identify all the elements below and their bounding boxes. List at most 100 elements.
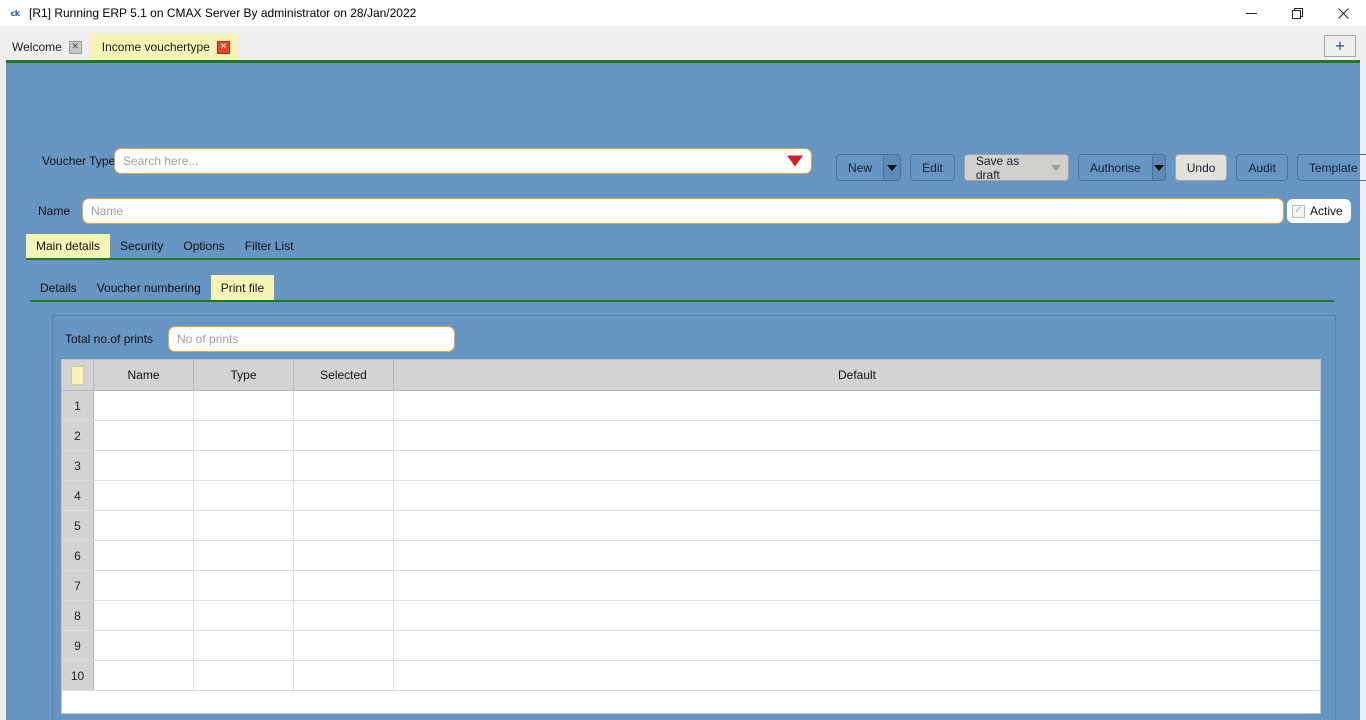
grid-header-name[interactable]: Name bbox=[94, 360, 194, 390]
chevron-down-icon bbox=[1153, 164, 1164, 171]
print-file-grid[interactable]: Name Type Selected Default 1 2 3 4 5 6 7… bbox=[61, 359, 1321, 714]
checkbox-icon[interactable]: ✓ bbox=[1292, 204, 1305, 218]
cell-selected[interactable] bbox=[294, 541, 394, 570]
undo-button[interactable]: Undo bbox=[1174, 154, 1228, 181]
window-title: [R1] Running ERP 5.1 on CMAX Server By a… bbox=[29, 6, 417, 20]
chevron-down-icon bbox=[887, 164, 898, 171]
row-number: 9 bbox=[62, 631, 94, 660]
cell-default[interactable] bbox=[394, 421, 1320, 450]
tab-voucher-numbering[interactable]: Voucher numbering bbox=[87, 275, 211, 300]
name-input[interactable]: Name bbox=[82, 198, 1284, 224]
cell-default[interactable] bbox=[394, 631, 1320, 660]
cell-name[interactable] bbox=[94, 511, 194, 540]
cell-default[interactable] bbox=[394, 511, 1320, 540]
cell-selected[interactable] bbox=[294, 391, 394, 420]
close-icon[interactable]: ✕ bbox=[216, 40, 230, 54]
form-panel: Voucher Type Search here... New Edit Sav… bbox=[6, 63, 1366, 720]
document-tab-income-vouchertype[interactable]: Income vouchertype ✕ bbox=[89, 34, 238, 60]
new-split-button[interactable]: New bbox=[836, 154, 902, 181]
grid-header-type[interactable]: Type bbox=[194, 360, 294, 390]
table-row[interactable]: 8 bbox=[62, 601, 1320, 631]
table-row[interactable]: 7 bbox=[62, 571, 1320, 601]
cell-type[interactable] bbox=[194, 631, 294, 660]
add-tab-button[interactable]: + bbox=[1324, 35, 1356, 57]
tab-options[interactable]: Options bbox=[173, 234, 234, 258]
template-button[interactable]: Template bbox=[1296, 154, 1366, 181]
document-tab-welcome[interactable]: Welcome ✕ bbox=[0, 34, 90, 60]
cell-type[interactable] bbox=[194, 511, 294, 540]
new-button-label: New bbox=[848, 160, 873, 175]
tab-security[interactable]: Security bbox=[110, 234, 173, 258]
cell-default[interactable] bbox=[394, 541, 1320, 570]
total-prints-input[interactable]: No of prints bbox=[168, 326, 455, 352]
new-dropdown-toggle[interactable] bbox=[883, 155, 901, 180]
grid-header-default[interactable]: Default bbox=[394, 360, 1320, 390]
grid-header-selector[interactable] bbox=[62, 360, 94, 390]
grid-header-selected[interactable]: Selected bbox=[294, 360, 394, 390]
cell-name[interactable] bbox=[94, 421, 194, 450]
action-toolbar: New Edit Save as draft Authorise Undo Au… bbox=[836, 154, 1366, 181]
cell-selected[interactable] bbox=[294, 421, 394, 450]
close-icon[interactable]: ✕ bbox=[68, 40, 82, 54]
cell-name[interactable] bbox=[94, 661, 194, 690]
row-number: 1 bbox=[62, 391, 94, 420]
authorise-dropdown-toggle[interactable] bbox=[1151, 155, 1165, 180]
cell-name[interactable] bbox=[94, 571, 194, 600]
authorise-split-button[interactable]: Authorise bbox=[1077, 154, 1166, 181]
cell-name[interactable] bbox=[94, 391, 194, 420]
table-row[interactable]: 4 bbox=[62, 481, 1320, 511]
active-checkbox-container[interactable]: ✓ Active bbox=[1287, 199, 1351, 223]
table-row[interactable]: 6 bbox=[62, 541, 1320, 571]
cell-selected[interactable] bbox=[294, 661, 394, 690]
table-row[interactable]: 3 bbox=[62, 451, 1320, 481]
cell-name[interactable] bbox=[94, 541, 194, 570]
cell-default[interactable] bbox=[394, 601, 1320, 630]
cell-default[interactable] bbox=[394, 661, 1320, 690]
cell-default[interactable] bbox=[394, 391, 1320, 420]
table-row[interactable]: 9 bbox=[62, 631, 1320, 661]
cell-selected[interactable] bbox=[294, 481, 394, 510]
cell-type[interactable] bbox=[194, 391, 294, 420]
cell-type[interactable] bbox=[194, 541, 294, 570]
row-number: 4 bbox=[62, 481, 94, 510]
cell-selected[interactable] bbox=[294, 511, 394, 540]
add-tab-container: + bbox=[1324, 35, 1356, 57]
edit-button[interactable]: Edit bbox=[910, 154, 955, 181]
close-icon[interactable] bbox=[1320, 0, 1366, 26]
cell-name[interactable] bbox=[94, 631, 194, 660]
audit-button[interactable]: Audit bbox=[1236, 154, 1288, 181]
tab-details[interactable]: Details bbox=[30, 275, 87, 300]
voucher-type-search-input[interactable]: Search here... bbox=[114, 148, 812, 174]
cell-type[interactable] bbox=[194, 601, 294, 630]
cell-type[interactable] bbox=[194, 421, 294, 450]
cell-name[interactable] bbox=[94, 451, 194, 480]
cell-type[interactable] bbox=[194, 451, 294, 480]
table-row[interactable]: 10 bbox=[62, 661, 1320, 691]
maximize-icon[interactable] bbox=[1274, 0, 1320, 26]
document-tab-label: Welcome bbox=[12, 40, 62, 54]
cell-selected[interactable] bbox=[294, 631, 394, 660]
cell-type[interactable] bbox=[194, 661, 294, 690]
tab-filter-list[interactable]: Filter List bbox=[235, 234, 304, 258]
tab-print-file[interactable]: Print file bbox=[210, 275, 275, 300]
application-body: Voucher Type Search here... New Edit Sav… bbox=[0, 60, 1366, 720]
minimize-icon[interactable] bbox=[1228, 0, 1274, 26]
cell-name[interactable] bbox=[94, 601, 194, 630]
chevron-down-icon[interactable] bbox=[787, 155, 803, 167]
cell-default[interactable] bbox=[394, 481, 1320, 510]
tab-main-details[interactable]: Main details bbox=[26, 234, 111, 258]
cell-default[interactable] bbox=[394, 451, 1320, 480]
table-row[interactable]: 5 bbox=[62, 511, 1320, 541]
cell-type[interactable] bbox=[194, 571, 294, 600]
cell-type[interactable] bbox=[194, 481, 294, 510]
cell-selected[interactable] bbox=[294, 601, 394, 630]
cell-selected[interactable] bbox=[294, 571, 394, 600]
table-row[interactable]: 1 bbox=[62, 391, 1320, 421]
select-all-flag-icon[interactable] bbox=[71, 365, 84, 385]
total-prints-row: Total no.of prints No of prints bbox=[65, 326, 455, 352]
table-row[interactable]: 2 bbox=[62, 421, 1320, 451]
cell-default[interactable] bbox=[394, 571, 1320, 600]
app-icon: ck bbox=[10, 8, 20, 18]
cell-selected[interactable] bbox=[294, 451, 394, 480]
cell-name[interactable] bbox=[94, 481, 194, 510]
